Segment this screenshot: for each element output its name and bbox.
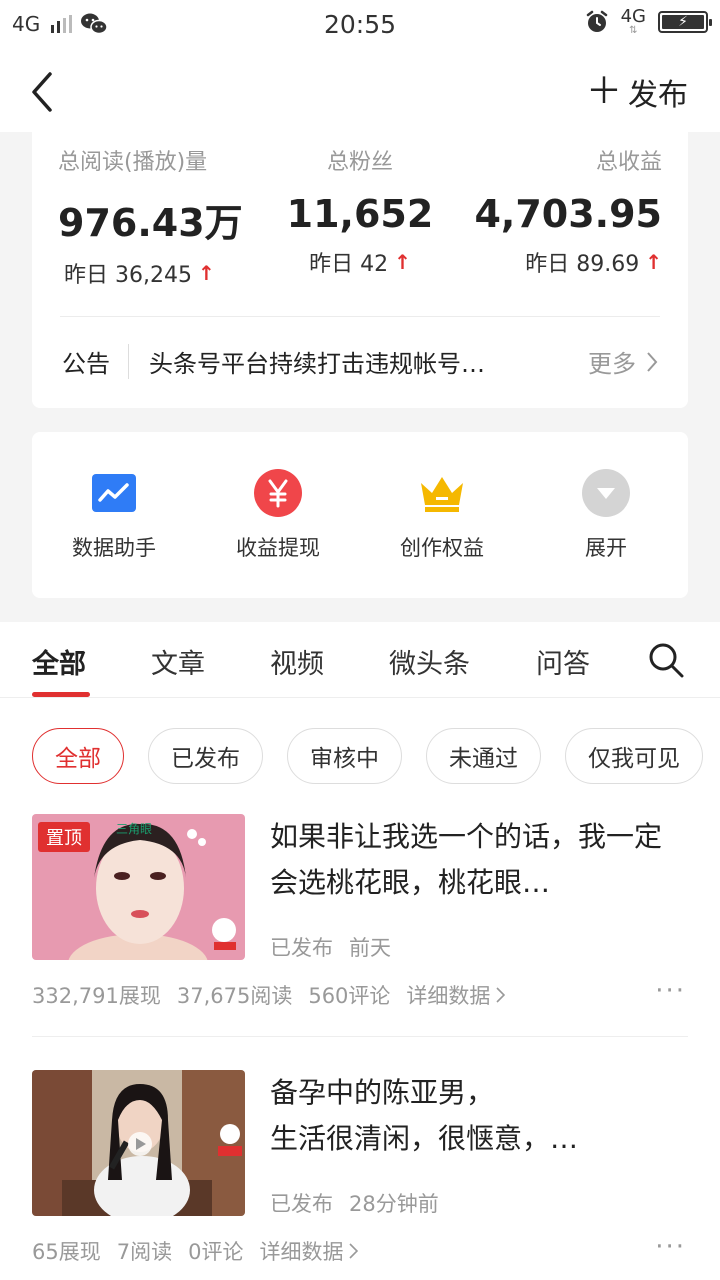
stat-fans[interactable]: 总粉丝 11,652 昨日 42 ↑ — [259, 144, 460, 289]
detail-data-link[interactable]: 详细数据 — [259, 1236, 359, 1266]
publish-label: 发布 — [628, 78, 688, 113]
stats-row: 总阅读(播放)量 976.43万 昨日 36,245 ↑ 总粉丝 11,652 … — [32, 144, 688, 289]
article-status: 已发布 — [270, 1192, 333, 1216]
network-4g-icon: 4G ⇅ — [620, 6, 646, 36]
content-area: 全部 文章 视频 微头条 问答 全部 已发布 审核中 未通过 仅我可见 置顶 三… — [0, 622, 720, 1280]
stat-label: 总粉丝 — [326, 150, 393, 175]
more-options-icon[interactable]: ··· — [655, 1232, 686, 1262]
notice-more-link[interactable]: 更多 — [588, 344, 658, 379]
nav-bar: ＋ 发布 — [0, 52, 720, 132]
arrow-up-icon: ↑ — [394, 250, 411, 274]
notice-more-label: 更多 — [588, 350, 636, 378]
notice-bar[interactable]: 公告 头条号平台持续打击违规帐号… 更多 — [62, 344, 658, 379]
search-icon[interactable] — [648, 642, 684, 678]
tab-indicator — [32, 692, 90, 697]
tab-videos[interactable]: 视频 — [270, 642, 324, 681]
article-thumbnail[interactable]: 置顶 三角眼 — [32, 814, 245, 960]
filter-reviewing[interactable]: 审核中 — [287, 728, 402, 784]
stat-delta-text: 昨日 36,245 — [64, 263, 192, 288]
stat-delta: 昨日 42 ↑ — [309, 246, 411, 278]
tool-label: 展开 — [585, 536, 627, 560]
article-impressions: 65展现 — [32, 1240, 101, 1264]
tool-expand[interactable]: 展开 — [524, 432, 688, 598]
publish-button[interactable]: ＋ 发布 — [586, 70, 688, 114]
detail-data-label: 详细数据 — [259, 1240, 344, 1264]
status-bar: 4G 20:55 4G ⇅ ⚡ — [0, 0, 720, 52]
arrow-up-icon: ↑ — [645, 250, 662, 274]
tab-all[interactable]: 全部 — [32, 642, 86, 681]
tab-qa[interactable]: 问答 — [536, 642, 590, 681]
filter-rejected[interactable]: 未通过 — [426, 728, 541, 784]
arrow-up-icon: ↑ — [197, 261, 215, 285]
article-time: 28分钟前 — [349, 1192, 439, 1216]
tool-label: 创作权益 — [400, 536, 484, 560]
expand-icon — [581, 468, 631, 518]
stat-label: 总阅读(播放)量 — [58, 150, 208, 175]
stat-label: 总收益 — [595, 150, 662, 175]
crown-icon — [417, 468, 467, 518]
article-meta: 已发布 前天 — [270, 932, 391, 962]
article-time: 前天 — [349, 936, 391, 960]
tab-articles[interactable]: 文章 — [151, 642, 205, 681]
article-comments: 0评论 — [188, 1240, 244, 1264]
filter-published[interactable]: 已发布 — [148, 728, 263, 784]
tool-label: 收益提现 — [236, 536, 320, 560]
tab-micro[interactable]: 微头条 — [389, 642, 470, 681]
article-reads: 37,675阅读 — [176, 984, 293, 1008]
divider — [60, 316, 660, 317]
stat-income[interactable]: 总收益 4,703.95 昨日 89.69 ↑ — [461, 144, 688, 289]
article-reads: 7阅读 — [116, 1240, 173, 1264]
filter-private[interactable]: 仅我可见 — [565, 728, 703, 784]
chevron-right-icon — [496, 987, 506, 1003]
notice-text[interactable]: 头条号平台持续打击违规帐号… — [149, 344, 588, 379]
divider — [32, 1036, 688, 1037]
thumbnail-image — [32, 1070, 245, 1216]
tool-label: 数据助手 — [72, 536, 156, 560]
stat-delta-text: 昨日 89.69 — [525, 252, 640, 277]
network-right-label: 4G — [620, 6, 646, 27]
chart-icon — [89, 468, 139, 518]
stat-value: 976.43万 — [58, 201, 243, 245]
article-status: 已发布 — [270, 936, 333, 960]
detail-data-label: 详细数据 — [406, 984, 491, 1008]
status-right: 4G ⇅ ⚡ — [585, 6, 712, 36]
stat-value: 11,652 — [286, 192, 434, 236]
article-title[interactable]: 备孕中的陈亚男， 生活很清闲，很惬意，… — [270, 1070, 688, 1162]
tools-card: 数据助手 收益提现 创作权益 展开 — [32, 432, 688, 598]
tool-data-assistant[interactable]: 数据助手 — [32, 432, 196, 598]
battery-icon: ⚡ — [658, 11, 712, 33]
yuan-icon — [253, 468, 303, 518]
article-thumbnail[interactable] — [32, 1070, 245, 1216]
pinned-badge: 置顶 — [38, 822, 90, 852]
tab-bar: 全部 文章 视频 微头条 问答 — [0, 622, 720, 698]
article-impressions: 332,791展现 — [32, 984, 161, 1008]
more-options-icon[interactable]: ··· — [655, 976, 686, 1006]
thumbnail-caption: 三角眼 — [116, 822, 153, 836]
article-meta: 已发布 28分钟前 — [270, 1188, 439, 1218]
detail-data-link[interactable]: 详细数据 — [406, 980, 506, 1010]
article-comments: 560评论 — [308, 984, 391, 1008]
back-icon[interactable] — [28, 70, 68, 114]
article-title-text: 备孕中的陈亚男， 生活很清闲，很惬意，… — [270, 1076, 579, 1155]
filter-all[interactable]: 全部 — [32, 728, 124, 784]
stat-delta-text: 昨日 42 — [309, 252, 389, 277]
chevron-right-icon — [349, 1243, 359, 1259]
article-stats: 332,791展现 37,675阅读 560评论 详细数据 — [32, 980, 506, 1010]
stat-reads[interactable]: 总阅读(播放)量 976.43万 昨日 36,245 ↑ — [32, 144, 259, 289]
alarm-icon — [586, 10, 607, 32]
stat-value: 4,703.95 — [474, 192, 662, 236]
tool-withdraw[interactable]: 收益提现 — [196, 432, 360, 598]
filter-chips: 全部 已发布 审核中 未通过 仅我可见 — [32, 728, 703, 784]
tool-creator-rights[interactable]: 创作权益 — [360, 432, 524, 598]
stat-delta: 昨日 89.69 ↑ — [525, 246, 662, 278]
article-title[interactable]: 如果非让我选一个的话，我一定会选桃花眼，桃花眼… — [270, 814, 688, 906]
plus-icon: ＋ — [585, 71, 622, 112]
notice-tag: 公告 — [62, 344, 129, 379]
article-stats: 65展现 7阅读 0评论 详细数据 — [32, 1236, 359, 1266]
stats-card: 总阅读(播放)量 976.43万 昨日 36,245 ↑ 总粉丝 11,652 … — [32, 132, 688, 408]
chevron-right-icon — [647, 351, 658, 372]
stat-delta: 昨日 36,245 ↑ — [64, 257, 215, 289]
